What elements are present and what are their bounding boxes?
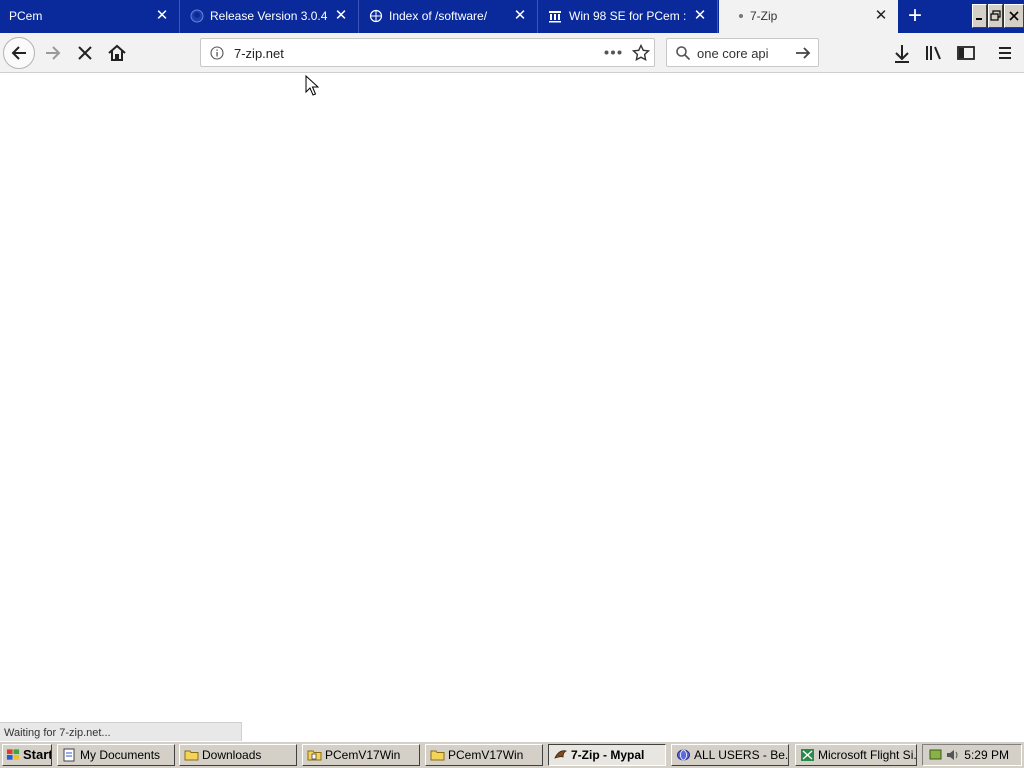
taskbar-label: My Documents xyxy=(80,748,161,762)
hamburger-menu-icon xyxy=(999,47,1011,59)
close-icon[interactable]: ✕ xyxy=(155,8,169,24)
tab-7zip[interactable]: 7-Zip ✕ xyxy=(719,0,898,33)
taskbar-label: ALL USERS - Be... xyxy=(694,748,789,762)
close-icon[interactable]: ✕ xyxy=(874,8,888,24)
mouse-cursor-icon xyxy=(305,75,319,96)
search-bar[interactable]: one core api xyxy=(666,38,819,67)
close-icon xyxy=(1009,11,1019,21)
close-icon[interactable]: ✕ xyxy=(693,8,707,24)
tab-win98[interactable]: Win 98 SE for PCem : M ✕ xyxy=(538,0,718,33)
menu-button[interactable] xyxy=(989,37,1021,69)
search-input[interactable]: one core api xyxy=(697,46,769,61)
download-arrow-icon xyxy=(895,45,909,63)
github-icon xyxy=(190,9,204,23)
taskbar-label: Downloads xyxy=(202,748,262,762)
restore-icon xyxy=(990,10,1001,21)
start-button[interactable]: Start xyxy=(2,744,52,766)
volume-icon[interactable] xyxy=(945,748,960,762)
tab-title: Index of /software/ xyxy=(389,9,488,23)
forward-button[interactable] xyxy=(37,37,69,69)
system-tray: 5:29 PM xyxy=(922,744,1022,766)
loading-dot-icon xyxy=(739,14,743,18)
new-tab-button[interactable]: + xyxy=(900,2,930,31)
arrow-right-icon xyxy=(46,46,61,60)
tab-index-software[interactable]: Index of /software/ ✕ xyxy=(359,0,538,33)
page-content xyxy=(0,73,1024,722)
close-icon[interactable]: ✕ xyxy=(513,8,527,24)
taskbar-label: Microsoft Flight Si... xyxy=(818,748,917,762)
search-go-icon[interactable] xyxy=(794,45,812,61)
close-window-button[interactable] xyxy=(1004,4,1024,28)
url-bar[interactable]: 7-zip.net xyxy=(200,38,655,67)
taskbar-item-pcemv17win-2[interactable]: PCemV17Win xyxy=(425,744,543,766)
home-button[interactable] xyxy=(101,37,133,69)
windows-logo-icon xyxy=(6,749,20,760)
page-actions-icon[interactable] xyxy=(604,50,622,55)
restore-button[interactable] xyxy=(988,4,1003,28)
library-button[interactable] xyxy=(918,37,950,69)
clock[interactable]: 5:29 PM xyxy=(964,748,1009,762)
tab-title: Release Version 3.0.4 · S xyxy=(210,9,330,23)
taskbar-item-7zip-mypal[interactable]: 7-Zip - Mypal xyxy=(548,744,666,766)
back-button[interactable] xyxy=(3,37,35,69)
tab-strip: PCem ✕ Release Version 3.0.4 · S ✕ Index… xyxy=(0,0,1024,33)
navigation-toolbar: 7-zip.net one core api xyxy=(0,33,1024,73)
tab-title: Win 98 SE for PCem : M xyxy=(569,9,689,23)
folder-icon xyxy=(184,750,199,761)
minimize-icon xyxy=(976,18,982,20)
tray-app-icon[interactable] xyxy=(928,748,943,762)
url-text[interactable]: 7-zip.net xyxy=(234,46,284,61)
archive-icon xyxy=(548,9,562,23)
tab-title: PCem xyxy=(9,9,43,23)
documents-icon xyxy=(63,748,75,762)
taskbar-item-all-users[interactable]: ALL USERS - Be... xyxy=(671,744,789,766)
taskbar: Start My Documents Downloads PCemV17Win … xyxy=(0,741,1024,768)
library-icon xyxy=(926,46,941,60)
taskbar-item-pcemv17win-1[interactable]: PCemV17Win xyxy=(302,744,420,766)
folder-icon xyxy=(307,750,322,761)
network-icon xyxy=(677,749,690,761)
downloads-button[interactable] xyxy=(886,37,918,69)
minimize-button[interactable] xyxy=(972,4,987,28)
tab-title: 7-Zip xyxy=(750,9,778,23)
status-panel: Waiting for 7-zip.net... xyxy=(0,722,242,741)
folder-icon xyxy=(430,750,445,761)
home-icon xyxy=(108,44,126,61)
search-icon xyxy=(676,46,691,61)
taskbar-item-flight-sim[interactable]: Microsoft Flight Si... xyxy=(795,744,917,766)
info-icon[interactable] xyxy=(210,46,224,60)
taskbar-label: 7-Zip - Mypal xyxy=(571,748,645,762)
mypal-icon xyxy=(554,750,568,759)
stop-button[interactable] xyxy=(69,37,101,69)
taskbar-item-downloads[interactable]: Downloads xyxy=(179,744,297,766)
sidebar-button[interactable] xyxy=(950,37,982,69)
close-icon[interactable]: ✕ xyxy=(334,8,348,24)
taskbar-label: PCemV17Win xyxy=(325,748,401,762)
tab-release[interactable]: Release Version 3.0.4 · S ✕ xyxy=(180,0,359,33)
tab-pcem[interactable]: PCem ✕ xyxy=(0,0,180,33)
arrow-left-icon xyxy=(11,46,26,60)
flight-sim-icon xyxy=(801,749,814,761)
taskbar-label: PCemV17Win xyxy=(448,748,524,762)
taskbar-item-my-documents[interactable]: My Documents xyxy=(57,744,175,766)
bookmark-star-icon[interactable] xyxy=(632,44,650,62)
sidebar-icon xyxy=(957,46,975,60)
start-label: Start xyxy=(23,747,52,762)
globe-icon xyxy=(369,9,383,23)
stop-icon xyxy=(78,46,92,60)
